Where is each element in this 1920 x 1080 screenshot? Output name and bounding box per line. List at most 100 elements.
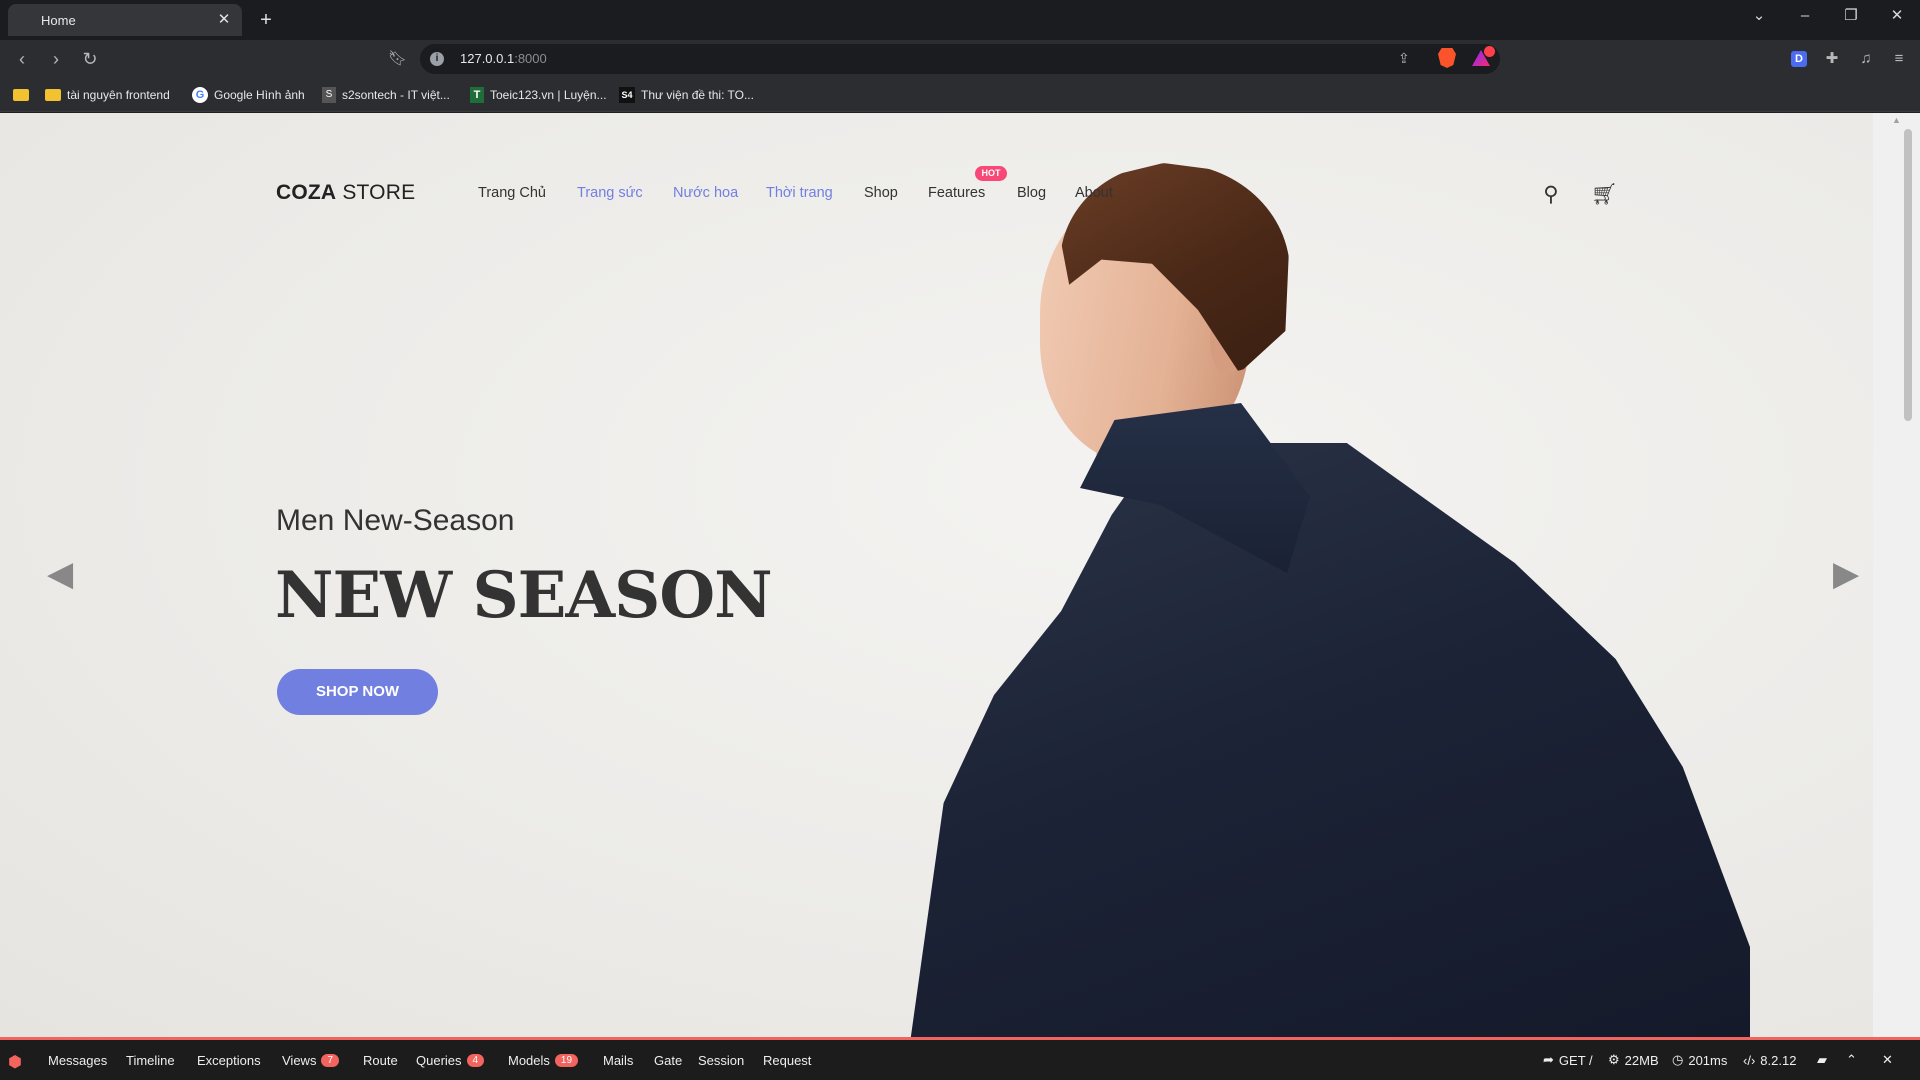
slider-prev-icon[interactable]: ◀ (47, 556, 73, 592)
debugbar-tab-label: Queries (416, 1052, 462, 1068)
nav-nuoc-hoa[interactable]: Nước hoa (673, 185, 738, 201)
toeic-icon: T (470, 87, 484, 103)
tab-home[interactable]: Home ✕ (8, 4, 242, 36)
extension-d-icon[interactable]: D (1791, 51, 1807, 67)
site-info-icon[interactable]: i (430, 52, 444, 66)
debugbar-tab-queries[interactable]: Queries 4 (416, 1050, 485, 1070)
bookmark-thu-vien-de-thi[interactable]: S4 Thư viện đề thi: TO... (619, 85, 754, 105)
debugbar-tab-label: Timeline (126, 1052, 175, 1068)
search-icon[interactable]: ⚲ (1538, 182, 1564, 208)
memory-text: 22MB (1624, 1052, 1659, 1068)
models-count-badge: 19 (554, 1053, 579, 1067)
debugbar-tab-views[interactable]: Views 7 (282, 1050, 340, 1070)
tab-close-icon[interactable]: ✕ (214, 10, 234, 30)
debugbar-tab-label: Request (763, 1052, 812, 1068)
maximize-debugbar-icon[interactable]: ⌃ (1846, 1050, 1857, 1070)
bookmark-label: Google Hình ảnh (214, 88, 305, 102)
request-method-text: GET / (1558, 1052, 1593, 1068)
debugbar-tab-messages[interactable]: Messages (48, 1050, 107, 1070)
debugbar-tab-gate[interactable]: Gate (654, 1050, 682, 1070)
close-debugbar-icon[interactable]: ✕ (1882, 1050, 1893, 1070)
address-bar[interactable]: i 127.0.0.1:8000 ⇪ (420, 44, 1500, 74)
debugbar-tab-label: Route (363, 1052, 398, 1068)
php-version-text: 8.2.12 (1760, 1052, 1797, 1068)
slider-next-icon[interactable]: ▶ (1833, 556, 1859, 592)
url-port: :8000 (514, 51, 547, 66)
bookmark-google-images[interactable]: G Google Hình ảnh (192, 85, 305, 105)
debugbar-tab-timeline[interactable]: Timeline (126, 1050, 175, 1070)
nav-shop[interactable]: Shop (864, 185, 898, 201)
page-viewport: COZA STORE Trang Chủ Trang sức Nước hoa … (0, 113, 1873, 1037)
debugbar-tab-request[interactable]: Request (763, 1050, 811, 1070)
share-icon[interactable]: ⇪ (1398, 50, 1410, 70)
reload-icon[interactable]: ↻ (78, 47, 102, 71)
shop-now-button[interactable]: SHOP NOW (277, 669, 438, 715)
tab-search-chevron-icon[interactable]: ⌄ (1744, 4, 1774, 28)
debugbar-tab-label: Mails (603, 1052, 634, 1068)
page-scrollbar[interactable]: ▲ (1873, 113, 1920, 1037)
extensions-puzzle-icon[interactable]: ✚ (1823, 50, 1841, 68)
nav-about[interactable]: About (1075, 185, 1113, 201)
nav-blog[interactable]: Blog (1017, 185, 1046, 201)
debugbar-tab-label: Views (282, 1052, 317, 1068)
bookmark-tai-nguyen-frontend[interactable]: tài nguyên frontend (45, 85, 170, 105)
queries-count-badge: 4 (466, 1053, 485, 1067)
site-logo[interactable]: COZA STORE (276, 181, 415, 205)
debugbar-duration: ◷ 201ms (1672, 1050, 1727, 1070)
laravel-logo-icon[interactable]: ⬢ (8, 1052, 28, 1072)
nav-thoi-trang[interactable]: Thời trang (766, 185, 833, 201)
hero-subtitle: Men New-Season (276, 504, 515, 537)
scroll-up-icon[interactable]: ▲ (1873, 115, 1920, 129)
browser-toolbar: ‹ › ↻ 🔖︎ i 127.0.0.1:8000 ⇪ (0, 40, 1920, 78)
bookmark-toeic123[interactable]: T Toeic123.vn | Luyện... (470, 85, 607, 105)
debugbar-memory: ⚙ 22MB (1608, 1050, 1659, 1070)
back-icon[interactable]: ‹ (10, 47, 34, 71)
nav-trang-suc[interactable]: Trang sức (577, 185, 643, 201)
s2sontech-icon: S (322, 87, 336, 103)
cart-icon[interactable]: 🛒︎ (1591, 182, 1618, 208)
laravel-debugbar: ⬢ Messages Timeline Exceptions Views 7 Ro… (0, 1037, 1920, 1080)
close-window-icon[interactable]: ✕ (1882, 4, 1912, 28)
minimize-icon[interactable]: – (1790, 4, 1820, 28)
hero-title: NEW SEASON (275, 558, 773, 633)
debugbar-tab-exceptions[interactable]: Exceptions (197, 1050, 261, 1070)
debugbar-tab-route[interactable]: Route (363, 1050, 398, 1070)
bookmark-page-icon[interactable]: 🔖︎ (388, 49, 407, 69)
views-count-badge: 7 (321, 1053, 340, 1067)
bookmark-s2sontech[interactable]: Ss2sontech - IT việt... (322, 85, 450, 105)
bookmark-label: s2sontech - IT việt... (342, 88, 450, 102)
google-icon: G (192, 87, 208, 103)
scrollbar-thumb[interactable] (1904, 129, 1912, 421)
debugbar-tab-label: Session (698, 1052, 745, 1068)
folder-icon (13, 89, 29, 101)
logo-rest: STORE (336, 181, 416, 204)
clock-icon: ◷ (1672, 1052, 1684, 1067)
open-folder-icon[interactable]: ▰ (1817, 1050, 1827, 1070)
debugbar-tab-label: Models (508, 1052, 550, 1068)
debugbar-request-method[interactable]: ➦ GET / (1543, 1050, 1593, 1070)
media-music-icon[interactable]: ♫ (1857, 50, 1875, 68)
folder-icon (45, 89, 61, 101)
duration-text: 201ms (1688, 1052, 1728, 1068)
hot-badge: HOT (975, 166, 1007, 181)
restore-icon[interactable]: ❐ (1836, 4, 1866, 28)
share-arrow-icon: ➦ (1543, 1052, 1554, 1067)
forward-icon[interactable]: › (44, 47, 68, 71)
menu-hamburger-icon[interactable]: ≡ (1890, 50, 1908, 68)
debugbar-php-version: ‹/› 8.2.12 (1743, 1050, 1796, 1070)
debugbar-tab-session[interactable]: Session (698, 1050, 744, 1070)
new-tab-icon[interactable]: + (254, 8, 278, 32)
bookmarks-bar: tài nguyên frontend G Google Hình ảnh Ss2… (0, 78, 1920, 112)
debugbar-tab-label: Messages (48, 1052, 108, 1068)
nav-features[interactable]: Features (928, 185, 985, 201)
debugbar-tab-label: Gate (654, 1052, 683, 1068)
logo-bold: COZA (276, 181, 337, 204)
rewards-notification-badge (1484, 46, 1495, 57)
nav-trang-chu[interactable]: Trang Chủ (478, 185, 546, 201)
bookmark-apps-folder[interactable] (13, 85, 29, 105)
debugbar-tab-models[interactable]: Models 19 (508, 1050, 579, 1070)
code-icon: ‹/› (1743, 1052, 1756, 1068)
tab-strip: Home ✕ + ⌄ – ❐ ✕ (0, 0, 1920, 40)
bookmark-label: tài nguyên frontend (67, 88, 170, 102)
debugbar-tab-mails[interactable]: Mails (603, 1050, 633, 1070)
